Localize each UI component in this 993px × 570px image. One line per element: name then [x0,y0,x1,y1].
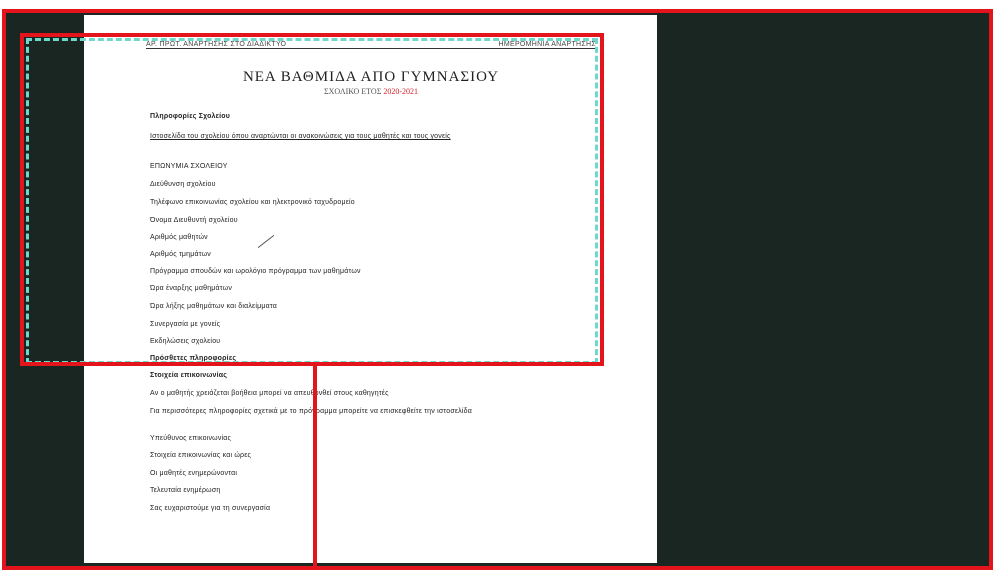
document-line: Τελευταία ενημέρωση [150,487,221,494]
document-line: Στοιχεία επικοινωνίας [150,372,228,379]
document-line: Σας ευχαριστούμε για τη συνεργασία [150,505,271,512]
document-line: Στοιχεία επικοινωνίας και ώρες [150,452,252,459]
pointer-line [313,364,317,566]
document-line: Οι μαθητές ενημερώνονται [150,470,238,477]
document-line: Υπεύθυνος επικοινωνίας [150,435,232,442]
screenshot-frame: ΑΡ. ΠΡΩΤ. ΑΝΑΡΤΗΣΗΣ ΣΤΟ ΔΙΑΔΙΚΤΥΟ ΗΜΕΡΟΜ… [2,9,993,570]
document-line: Αν ο μαθητής χρειάζεται βοήθεια μπορεί ν… [150,390,389,397]
highlight-box [20,33,604,366]
document-line: Για περισσότερες πληροφορίες σχετικά με … [150,408,472,415]
